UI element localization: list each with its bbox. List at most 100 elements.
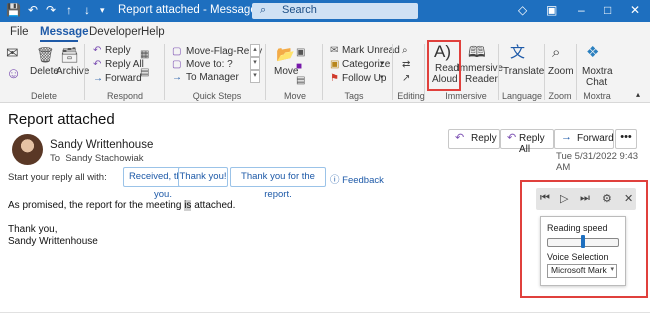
group-editing-label: Editing [397,91,425,101]
quick-steps-scroll-down[interactable]: ▾ [250,57,260,70]
minimize-icon[interactable]: – [578,3,585,17]
moxtra-icon[interactable]: ❖ [586,45,599,60]
tab-help[interactable]: Help [141,26,165,38]
feedback-link[interactable]: ⓘ Feedback [330,172,384,186]
immersive-reader-label-2[interactable]: Reader [465,74,498,85]
zoom-button[interactable]: Zoom [548,66,574,77]
forward-button[interactable]: → Forward [554,129,614,149]
categorize-dropdown-icon[interactable]: ▾ [380,59,384,67]
translate-icon[interactable]: 文 [510,45,525,60]
voice-selection-dropdown[interactable]: Microsoft Mark ▾ [547,264,617,278]
quick-step-move-to[interactable]: Move to: ? [186,59,233,70]
quick-step-to-manager[interactable]: To Manager [186,72,239,83]
ribbon-forward-button[interactable]: Forward [105,73,142,84]
close-icon[interactable]: ✕ [630,3,640,17]
translate-button[interactable]: Translate [503,66,544,77]
ribbon-separator [392,44,393,100]
junk-icon[interactable]: ☺ [6,66,21,81]
onenote-icon[interactable]: ■ [296,62,302,72]
group-move-label: Move [283,91,306,101]
delete-button[interactable]: Delete [30,66,59,77]
menu-bar: File Message Developer Help [0,22,650,42]
previous-icon[interactable]: ⏮ [540,192,550,205]
more-actions-button[interactable]: ••• [615,129,637,149]
group-moxtra-label: Moxtra [583,91,611,101]
maximize-icon[interactable]: □ [604,3,611,17]
move-button[interactable]: Move [274,66,298,77]
immersive-reader-label-1[interactable]: Immersive [457,63,503,74]
moxtra-chat-label-2[interactable]: Chat [586,77,607,88]
mark-unread-icon: ✉ [330,45,339,56]
find-icon[interactable]: ⌕ [402,46,408,56]
ribbon-reply-button[interactable]: Reply [105,45,131,56]
reply-all-button[interactable]: ↶ Reply All [500,129,554,155]
collapse-ribbon-icon[interactable]: ▴ [636,90,640,99]
move-icon[interactable]: 📂 [276,47,295,62]
customize-toolbar-icon[interactable]: ▾ [100,5,105,16]
rules-icon[interactable]: ▣ [296,48,305,58]
read-aloud-highlight-box [427,40,461,91]
follow-up-dropdown-icon[interactable]: ▾ [380,73,384,81]
diamond-icon[interactable]: ◇ [518,3,527,17]
group-tags-label: Tags [344,91,364,101]
redo-icon[interactable]: ↷ [46,3,56,17]
title-bar: 💾 ↶ ↷ ↑ ↓ ▾ Report attached - Message (H… [0,0,650,22]
reply-all-icon: ↶ [93,59,102,70]
next-icon[interactable]: ⏭ [580,192,590,205]
down-arrow-icon[interactable]: ↓ [84,3,90,17]
search-placeholder: Search [282,4,317,16]
select-icon[interactable]: ↗ [402,74,410,84]
message-closing: Thank you, [8,224,58,235]
tab-developer[interactable]: Developer [89,26,141,38]
tab-message[interactable]: Message [40,26,89,38]
group-zoom-label: Zoom [548,91,572,101]
message-subject: Report attached [8,111,115,128]
ribbon-display-icon[interactable]: ▣ [546,3,557,17]
reading-speed-label: Reading speed [547,223,608,233]
reply-button[interactable]: ↶ Reply [448,129,500,149]
sender-name[interactable]: Sandy Writtenhouse [50,139,153,151]
quick-steps-scroll-up[interactable]: ▴ [250,44,260,57]
forward-icon: → [561,131,572,143]
suggested-reply-chip[interactable]: Thank you for the report. [230,167,326,200]
archive-icon[interactable]: 🗃 [60,48,79,63]
actions-icon[interactable]: ▤ [296,76,305,86]
settings-icon[interactable]: ⚙ [602,192,612,205]
to-label: To [50,153,61,164]
info-icon: ⓘ [330,175,340,186]
message-date: Tue 5/31/2022 9:43 AM [556,151,639,173]
undo-icon[interactable]: ↶ [28,3,38,17]
related-icon[interactable]: ⇄ [402,60,410,70]
play-icon[interactable]: ▷ [560,192,568,205]
forward-icon: → [93,73,103,84]
group-delete-label: Delete [30,91,57,101]
save-icon[interactable]: 💾 [6,3,21,17]
quick-step-icon: ▢ [172,46,182,57]
quick-steps-more[interactable]: ▾ [250,70,260,83]
ignore-icon[interactable]: ✉ [6,46,19,61]
recipient-name[interactable]: Sandy Stachowiak [65,153,143,164]
moxtra-chat-label-1[interactable]: Moxtra [582,66,613,77]
suggested-reply-label: Start your reply all with: [8,172,107,183]
suggested-reply-chip[interactable]: Thank you! [178,167,228,187]
group-language-label: Language [502,91,543,101]
meeting-icon[interactable]: ▦ [140,50,149,60]
search-box[interactable]: ⌕ Search [252,3,418,19]
more-respond-icon[interactable]: ▤ [140,68,149,78]
chevron-down-icon: ▾ [610,266,614,273]
ribbon-separator [265,44,266,100]
close-read-aloud-icon[interactable]: ✕ [624,192,633,205]
tab-file[interactable]: File [10,26,29,38]
ribbon-reply-all-button[interactable]: Reply All [105,59,144,70]
group-immersive-label: Immersive [445,91,487,101]
reply-all-icon: ↶ [507,132,517,144]
message-body-line: As promised, the report for the meeting … [8,200,236,211]
zoom-icon[interactable]: ⌕ [552,45,560,60]
delete-icon[interactable]: 🗑 [36,48,55,63]
up-arrow-icon[interactable]: ↑ [66,3,72,17]
voice-selection-label: Voice Selection [547,252,609,262]
immersive-reader-icon[interactable]: 🕮 [468,45,486,60]
reading-speed-slider-thumb[interactable] [581,235,585,248]
ribbon-separator [576,44,577,100]
ribbon-separator [424,44,425,100]
